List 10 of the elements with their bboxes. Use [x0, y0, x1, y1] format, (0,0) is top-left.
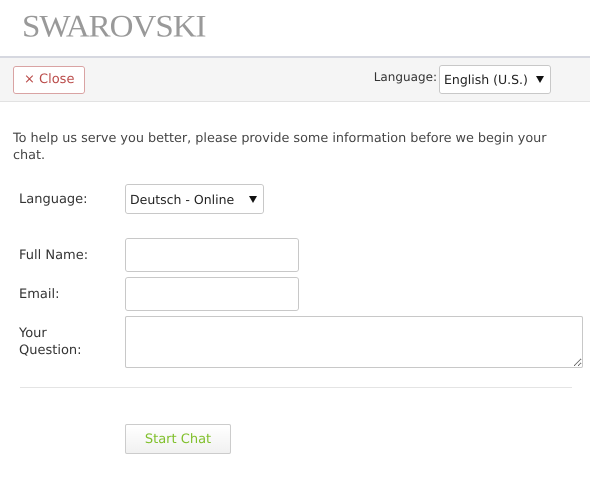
field-label: Your Question:	[19, 325, 83, 359]
field-label: Language:	[19, 190, 89, 208]
close-button[interactable]: × Close	[13, 66, 86, 94]
language-select[interactable]: English (U.S.)	[439, 65, 551, 94]
intro-text: To help us serve you better, please provide some information before we begin your chat.	[13, 130, 548, 164]
field-label: Email:	[19, 286, 60, 302]
language-label: Language:	[374, 70, 437, 84]
logo: SWAROVSKI	[22, 9, 206, 45]
field-label: Full Name:	[19, 246, 90, 264]
language-select[interactable]: Deutsch - Online	[125, 184, 264, 214]
